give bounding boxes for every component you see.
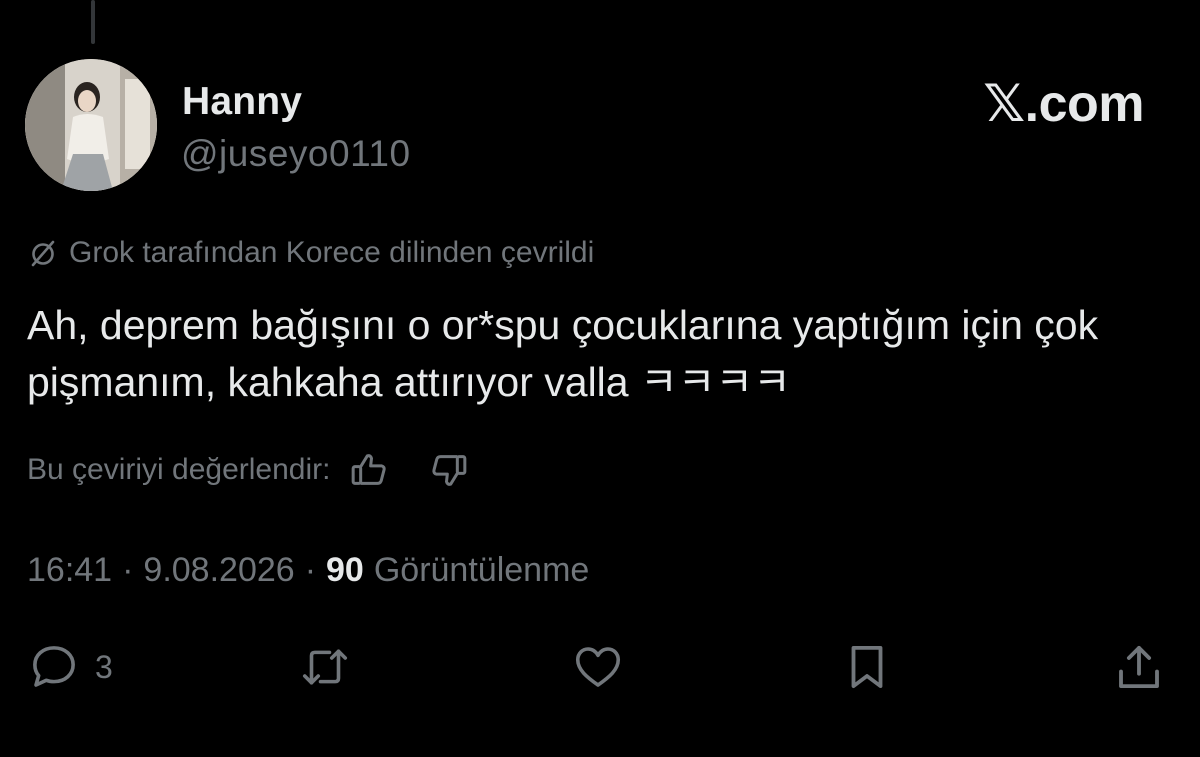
thread-connector-line [91,0,95,44]
reply-count: 3 [95,648,113,685]
heart-icon [575,647,621,687]
rate-translation-label: Bu çeviriyi değerlendir: [27,453,331,486]
tweet-text: Ah, deprem bağışını o or*spu çocuklarına… [27,302,1099,405]
repost-button[interactable] [298,637,352,697]
views-count: 90 [326,551,364,589]
translate-slash-icon [27,237,59,269]
avatar-photo [25,59,157,191]
share-icon [1119,645,1159,689]
author-handle[interactable]: @juseyo0110 [181,133,411,175]
thumbs-up-icon[interactable] [348,449,390,491]
tweet-action-bar: 3 [0,637,1200,697]
translation-note-text: Grok tarafından Korece dilinden çevrildi [69,236,595,269]
tweet-date[interactable]: 9.08.2026 [143,551,294,590]
reply-icon [33,646,75,687]
views-label: Görüntülenme [373,551,590,589]
repost-icon [302,649,348,685]
bookmark-button[interactable] [840,637,894,697]
translation-note: Grok tarafından Korece dilinden çevrildi [27,236,594,270]
bookmark-icon [851,645,883,689]
tweet-time[interactable]: 16:41 [27,551,112,590]
rate-translation-row: Bu çeviriyi değerlendir: [27,449,470,491]
reply-button[interactable]: 3 [27,637,113,697]
like-button[interactable] [571,637,625,697]
meta-separator: · [304,551,317,589]
tweet-meta: 16:41 · 9.08.2026 · 90 Görüntülenme [27,551,589,590]
meta-separator: · [122,551,134,589]
x-logo: 𝕏.com [983,75,1144,133]
thumbs-down-icon[interactable] [428,449,470,491]
author-display-name[interactable]: Hanny [182,80,302,124]
share-button[interactable] [1112,637,1166,697]
avatar[interactable] [25,59,157,191]
